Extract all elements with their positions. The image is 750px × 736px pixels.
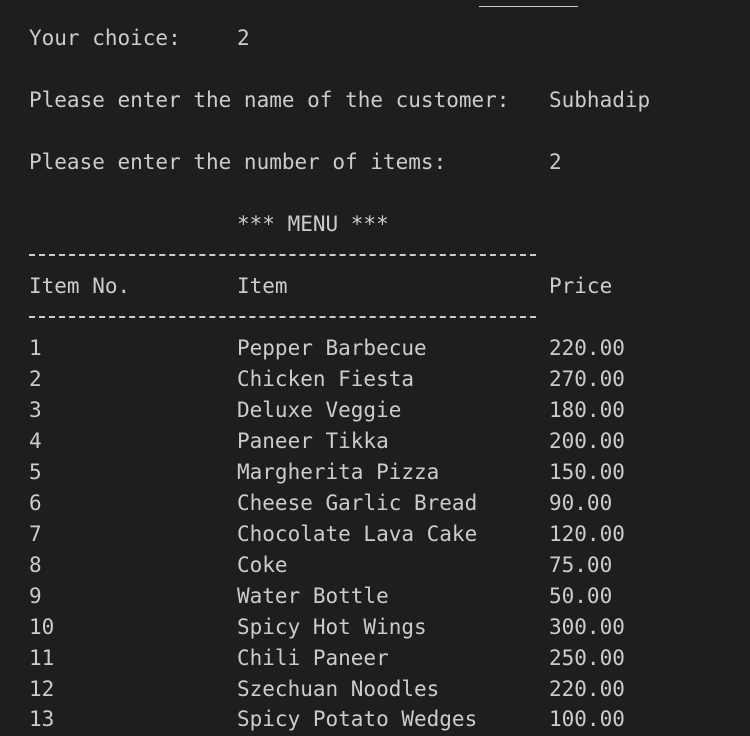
menu-row-price: 120.00 xyxy=(549,522,625,546)
menu-row-item: Chocolate Lava Cake xyxy=(237,522,478,546)
menu-row-no: 5 xyxy=(29,460,42,484)
menu-row: 13 Spicy Potato Wedges 100.00 xyxy=(0,705,750,736)
menu-row-price: 270.00 xyxy=(549,367,625,391)
menu-row: 11 Chili Paneer 250.00 xyxy=(0,644,750,675)
menu-row: 5 Margherita Pizza 150.00 xyxy=(0,458,750,489)
items-prompt: Please enter the number of items: xyxy=(29,150,447,174)
menu-row-item: Spicy Potato Wedges xyxy=(237,707,478,731)
customer-value: Subhadip xyxy=(549,88,651,112)
menu-row-price: 250.00 xyxy=(549,646,625,670)
menu-row-item: Cheese Garlic Bread xyxy=(237,491,478,515)
menu-divider-bottom xyxy=(29,311,536,321)
top-divider xyxy=(479,6,578,7)
menu-row-price: 75.00 xyxy=(549,553,613,577)
menu-row-price: 220.00 xyxy=(549,677,625,701)
menu-row-price: 180.00 xyxy=(549,398,625,422)
menu-row-no: 7 xyxy=(29,522,42,546)
menu-row: 1 Pepper Barbecue 220.00 xyxy=(0,334,750,365)
menu-row-no: 2 xyxy=(29,367,42,391)
customer-line: Please enter the name of the customer: S… xyxy=(0,86,750,117)
menu-title: *** MENU *** xyxy=(237,212,389,236)
menu-row: 6 Cheese Garlic Bread 90.00 xyxy=(0,489,750,520)
menu-row: 8 Coke 75.00 xyxy=(0,551,750,582)
menu-row-price: 150.00 xyxy=(549,460,625,484)
menu-row-item: Pepper Barbecue xyxy=(237,336,427,360)
menu-row-item: Paneer Tikka xyxy=(237,429,389,453)
menu-row-item: Deluxe Veggie xyxy=(237,398,402,422)
menu-row-item: Coke xyxy=(237,553,288,577)
items-value: 2 xyxy=(549,150,562,174)
header-price: Price xyxy=(549,274,613,298)
menu-row: 12 Szechuan Noodles 220.00 xyxy=(0,675,750,706)
customer-prompt: Please enter the name of the customer: xyxy=(29,88,510,112)
menu-header-row: Item No. Item Price xyxy=(0,272,750,303)
menu-row-no: 10 xyxy=(29,615,55,639)
menu-row-no: 12 xyxy=(29,677,55,701)
menu-row-item: Chicken Fiesta xyxy=(237,367,415,391)
header-item: Item xyxy=(237,274,288,298)
menu-row-item: Margherita Pizza xyxy=(237,460,440,484)
menu-row-item: Spicy Hot Wings xyxy=(237,615,427,639)
menu-row: 10 Spicy Hot Wings 300.00 xyxy=(0,613,750,644)
header-item-no: Item No. xyxy=(29,274,131,298)
menu-row-item: Water Bottle xyxy=(237,584,389,608)
menu-row: 3 Deluxe Veggie 180.00 xyxy=(0,396,750,427)
menu-row-price: 220.00 xyxy=(549,336,625,360)
menu-row-no: 4 xyxy=(29,429,42,453)
menu-row-no: 13 xyxy=(29,707,55,731)
menu-row-price: 200.00 xyxy=(549,429,625,453)
menu-row-item: Szechuan Noodles xyxy=(237,677,440,701)
menu-row-price: 90.00 xyxy=(549,491,613,515)
menu-row-item: Chili Paneer xyxy=(237,646,389,670)
menu-title-line: *** MENU *** xyxy=(0,210,750,241)
menu-row-no: 6 xyxy=(29,491,42,515)
menu-divider-top xyxy=(29,249,536,259)
menu-row-price: 300.00 xyxy=(549,615,625,639)
menu-row-no: 8 xyxy=(29,553,42,577)
menu-row-price: 100.00 xyxy=(549,707,625,731)
choice-prompt: Your choice: xyxy=(29,26,181,50)
menu-row: 9 Water Bottle 50.00 xyxy=(0,582,750,613)
choice-value: 2 xyxy=(237,26,250,50)
menu-row: 2 Chicken Fiesta 270.00 xyxy=(0,365,750,396)
menu-row: 4 Paneer Tikka 200.00 xyxy=(0,427,750,458)
menu-row-no: 1 xyxy=(29,336,42,360)
menu-row: 7 Chocolate Lava Cake 120.00 xyxy=(0,520,750,551)
choice-line: Your choice: 2 xyxy=(0,24,750,55)
menu-row-no: 11 xyxy=(29,646,55,670)
menu-row-price: 50.00 xyxy=(549,584,613,608)
menu-row-no: 3 xyxy=(29,398,42,422)
menu-row-no: 9 xyxy=(29,584,42,608)
items-line: Please enter the number of items: 2 xyxy=(0,148,750,179)
